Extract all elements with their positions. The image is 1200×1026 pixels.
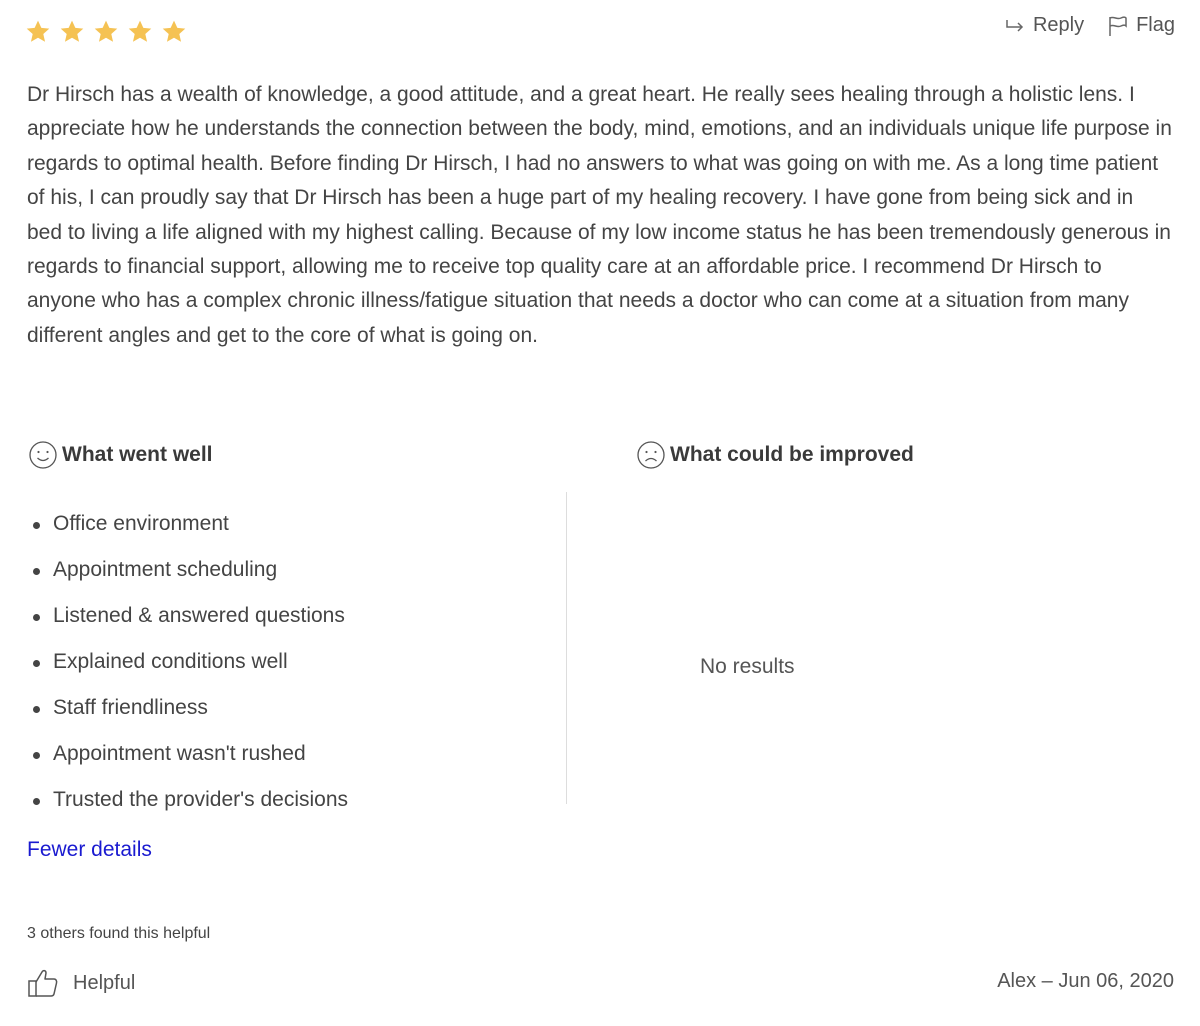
star-icon (162, 20, 186, 42)
went-well-item: Listened & answered questions (28, 593, 348, 639)
helpful-label: Helpful (73, 971, 136, 994)
went-well-item: Office environment (28, 501, 348, 547)
star-icon (26, 20, 50, 42)
review-date: Jun 06, 2020 (1058, 970, 1174, 992)
flag-label: Flag (1136, 14, 1175, 36)
flag-button[interactable]: Flag (1108, 14, 1175, 37)
reply-arrow-icon (1006, 19, 1024, 32)
went-well-item: Appointment scheduling (28, 547, 348, 593)
reply-label: Reply (1032, 14, 1085, 36)
went-well-title: What went well (62, 443, 213, 466)
helpful-count: 3 others found this helpful (27, 925, 211, 942)
star-rating (25, 19, 187, 45)
author-separator: – (1041, 970, 1053, 992)
thumbs-up-icon (28, 969, 58, 997)
went-well-header: What went well (28, 440, 213, 470)
could-improve-header: What could be improved (636, 440, 914, 470)
fewer-details-link[interactable]: Fewer details (27, 838, 152, 862)
could-improve-title: What could be improved (670, 443, 914, 466)
went-well-item: Explained conditions well (28, 639, 348, 685)
star-icon (128, 20, 152, 42)
review-actions: Reply Flag (1005, 14, 1175, 37)
smiley-face-icon (29, 441, 57, 469)
star-icon (60, 20, 84, 42)
helpful-button[interactable]: Helpful (27, 968, 135, 998)
star-icon (94, 20, 118, 42)
frowning-face-icon (637, 441, 665, 469)
reply-button[interactable]: Reply (1005, 14, 1084, 37)
went-well-list: Office environment Appointment schedulin… (28, 501, 348, 823)
no-results-text: No results (700, 655, 795, 678)
went-well-item: Staff friendliness (28, 685, 348, 731)
review-text: Dr Hirsch has a wealth of knowledge, a g… (27, 83, 1172, 347)
column-divider (566, 492, 567, 804)
went-well-item: Appointment wasn't rushed (28, 731, 348, 777)
went-well-item: Trusted the provider's decisions (28, 777, 348, 823)
author-name: Alex (997, 970, 1037, 992)
flag-icon (1109, 16, 1127, 36)
review-author-date: Alex – Jun 06, 2020 (997, 970, 1174, 993)
